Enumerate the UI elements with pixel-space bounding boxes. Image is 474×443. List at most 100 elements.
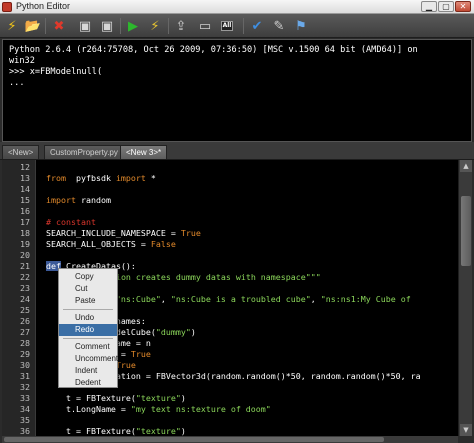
settings-icon[interactable]: ✔	[248, 17, 266, 35]
line-number: 36	[20, 426, 30, 436]
code-line[interactable]: 33 t = FBTexture("texture")	[2, 393, 458, 404]
line-number: 33	[20, 393, 30, 403]
code-token: import	[115, 173, 146, 183]
code-line[interactable]: 13 from pyfbsdk import *	[2, 173, 458, 184]
code-line[interactable]: 16	[2, 206, 458, 217]
tab-0[interactable]: <New>	[2, 145, 40, 159]
menu-item-copy[interactable]: Copy	[59, 271, 117, 283]
run-selection-icon-glyph: ⚡	[150, 18, 160, 34]
code-token: t = FBTexture(	[46, 426, 136, 436]
close-button[interactable]: ✕	[455, 1, 471, 12]
code-text: t.LongName = "my text ns:texture of doom…	[46, 404, 271, 415]
line-number: 20	[20, 250, 30, 260]
line-number: 23	[20, 283, 30, 293]
code-token: from	[46, 173, 66, 183]
close-file-icon-glyph: ✖	[53, 18, 65, 34]
export-icon[interactable]: ⇪	[172, 17, 190, 35]
export-icon-glyph: ⇪	[175, 18, 187, 34]
toolbar-separator	[120, 18, 121, 34]
code-token: *	[145, 173, 156, 183]
tab-1[interactable]: CustomProperty.py	[44, 145, 124, 159]
code-text: t = FBTexture("texture")	[46, 426, 186, 436]
line-number: 27	[20, 327, 30, 337]
line-number: 21	[20, 261, 30, 271]
horizontal-scroll-thumb[interactable]	[4, 437, 384, 442]
line-number: 16	[20, 206, 30, 216]
menu-item-paste[interactable]: Paste	[59, 295, 117, 307]
tab-2[interactable]: <New 3>*	[120, 145, 168, 159]
open-folder-icon[interactable]: 📂	[24, 17, 42, 35]
code-text: t = FBTexture("texture")	[46, 393, 186, 404]
run-selection-icon[interactable]: ⚡	[146, 17, 164, 35]
app-icon	[2, 2, 12, 12]
code-token: "ns:Cube"	[115, 294, 161, 304]
code-line[interactable]: 36 t = FBTexture("texture")	[2, 426, 458, 436]
help-icon[interactable]: ✎	[270, 17, 288, 35]
menu-item-cut[interactable]: Cut	[59, 283, 117, 295]
code-line[interactable]: 34 t.LongName = "my text ns:texture of d…	[2, 404, 458, 415]
editor-tabs: <New> CustomProperty.py <New 3>*	[0, 144, 474, 160]
help-icon-glyph: ✎	[273, 18, 285, 34]
code-token: "my text ns:texture of doom"	[130, 404, 271, 414]
line-number: 14	[20, 184, 30, 194]
code-line[interactable]: 14	[2, 184, 458, 195]
run-icon[interactable]: ▶	[124, 17, 142, 35]
code-token: True	[115, 360, 136, 370]
maximize-button[interactable]: ▢	[438, 1, 454, 12]
menu-item-comment[interactable]: Comment	[59, 341, 117, 353]
code-token: t = FBTexture(	[46, 393, 136, 403]
code-token: ,	[310, 294, 321, 304]
code-token: import	[46, 195, 76, 205]
code-line[interactable]: 19 SEARCH_ALL_OBJECTS = False	[2, 239, 458, 250]
code-line[interactable]: 20	[2, 250, 458, 261]
code-token: "ns:ns1:My Cube of	[320, 294, 411, 304]
menu-item-uncomment[interactable]: Uncomment	[59, 353, 118, 365]
code-text: # constant	[46, 217, 96, 228]
open-folder-icon-glyph: 📂	[24, 18, 42, 34]
line-number: 25	[20, 305, 30, 315]
code-token: SEARCH_INCLUDE_NAMESPACE =	[46, 228, 181, 238]
toolbar-separator	[243, 18, 244, 34]
minimize-button[interactable]: ▁	[421, 1, 437, 12]
vertical-scrollbar[interactable]: ▲ ▼	[458, 160, 472, 436]
vertical-scroll-thumb[interactable]	[461, 196, 471, 266]
code-line[interactable]: 17 # constant	[2, 217, 458, 228]
code-token: t.LongName =	[46, 404, 131, 414]
scroll-up-arrow-icon[interactable]: ▲	[460, 160, 472, 172]
menu-item-undo[interactable]: Undo	[59, 312, 117, 324]
line-number: 34	[20, 404, 30, 414]
clear-all-icon[interactable]: All	[218, 17, 236, 35]
code-token: True	[180, 228, 201, 238]
save-as-icon[interactable]: ▣	[98, 17, 116, 35]
save-icon[interactable]: ▣	[76, 17, 94, 35]
code-text: from pyfbsdk import *	[46, 173, 156, 184]
code-token: pyfbsdk	[65, 173, 116, 183]
menu-item-dedent[interactable]: Dedent	[59, 377, 117, 389]
find-icon[interactable]: ⚑	[292, 17, 310, 35]
menu-item-indent[interactable]: Indent	[59, 365, 117, 377]
execute-icon[interactable]: ⚡	[3, 17, 21, 35]
line-number: 26	[20, 316, 30, 326]
scroll-down-arrow-icon[interactable]: ▼	[460, 424, 472, 436]
code-text: SEARCH_INCLUDE_NAMESPACE = True	[46, 228, 201, 239]
code-line[interactable]: 12	[2, 162, 458, 173]
line-number: 31	[20, 371, 30, 381]
code-line[interactable]: 15 import random	[2, 195, 458, 206]
code-line[interactable]: 18 SEARCH_INCLUDE_NAMESPACE = True	[2, 228, 458, 239]
toolbar: ⚡ 📂 ✖ ▣ ▣ ▶ ⚡ ⇪ ▭ All ✔ ✎ ⚑	[0, 14, 474, 38]
toolbar-separator	[168, 18, 169, 34]
horizontal-scrollbar[interactable]	[2, 436, 458, 443]
line-number: 13	[20, 173, 30, 183]
code-line[interactable]: 35	[2, 415, 458, 426]
python-console-output[interactable]: Python 2.6.4 (r264:75708, Oct 26 2009, 0…	[2, 39, 472, 142]
code-token: Function creates dummy datas with namesp…	[90, 272, 321, 282]
code-token: )	[180, 426, 186, 436]
clear-icon[interactable]: ▭	[196, 17, 214, 35]
code-token: # constant	[46, 217, 96, 227]
close-file-icon[interactable]: ✖	[50, 17, 68, 35]
toolbar-separator	[45, 18, 46, 34]
menu-item-redo[interactable]: Redo	[59, 324, 117, 336]
console-line: ...	[9, 78, 25, 88]
save-icon-glyph: ▣	[78, 18, 92, 34]
settings-icon-glyph: ✔	[251, 18, 263, 34]
